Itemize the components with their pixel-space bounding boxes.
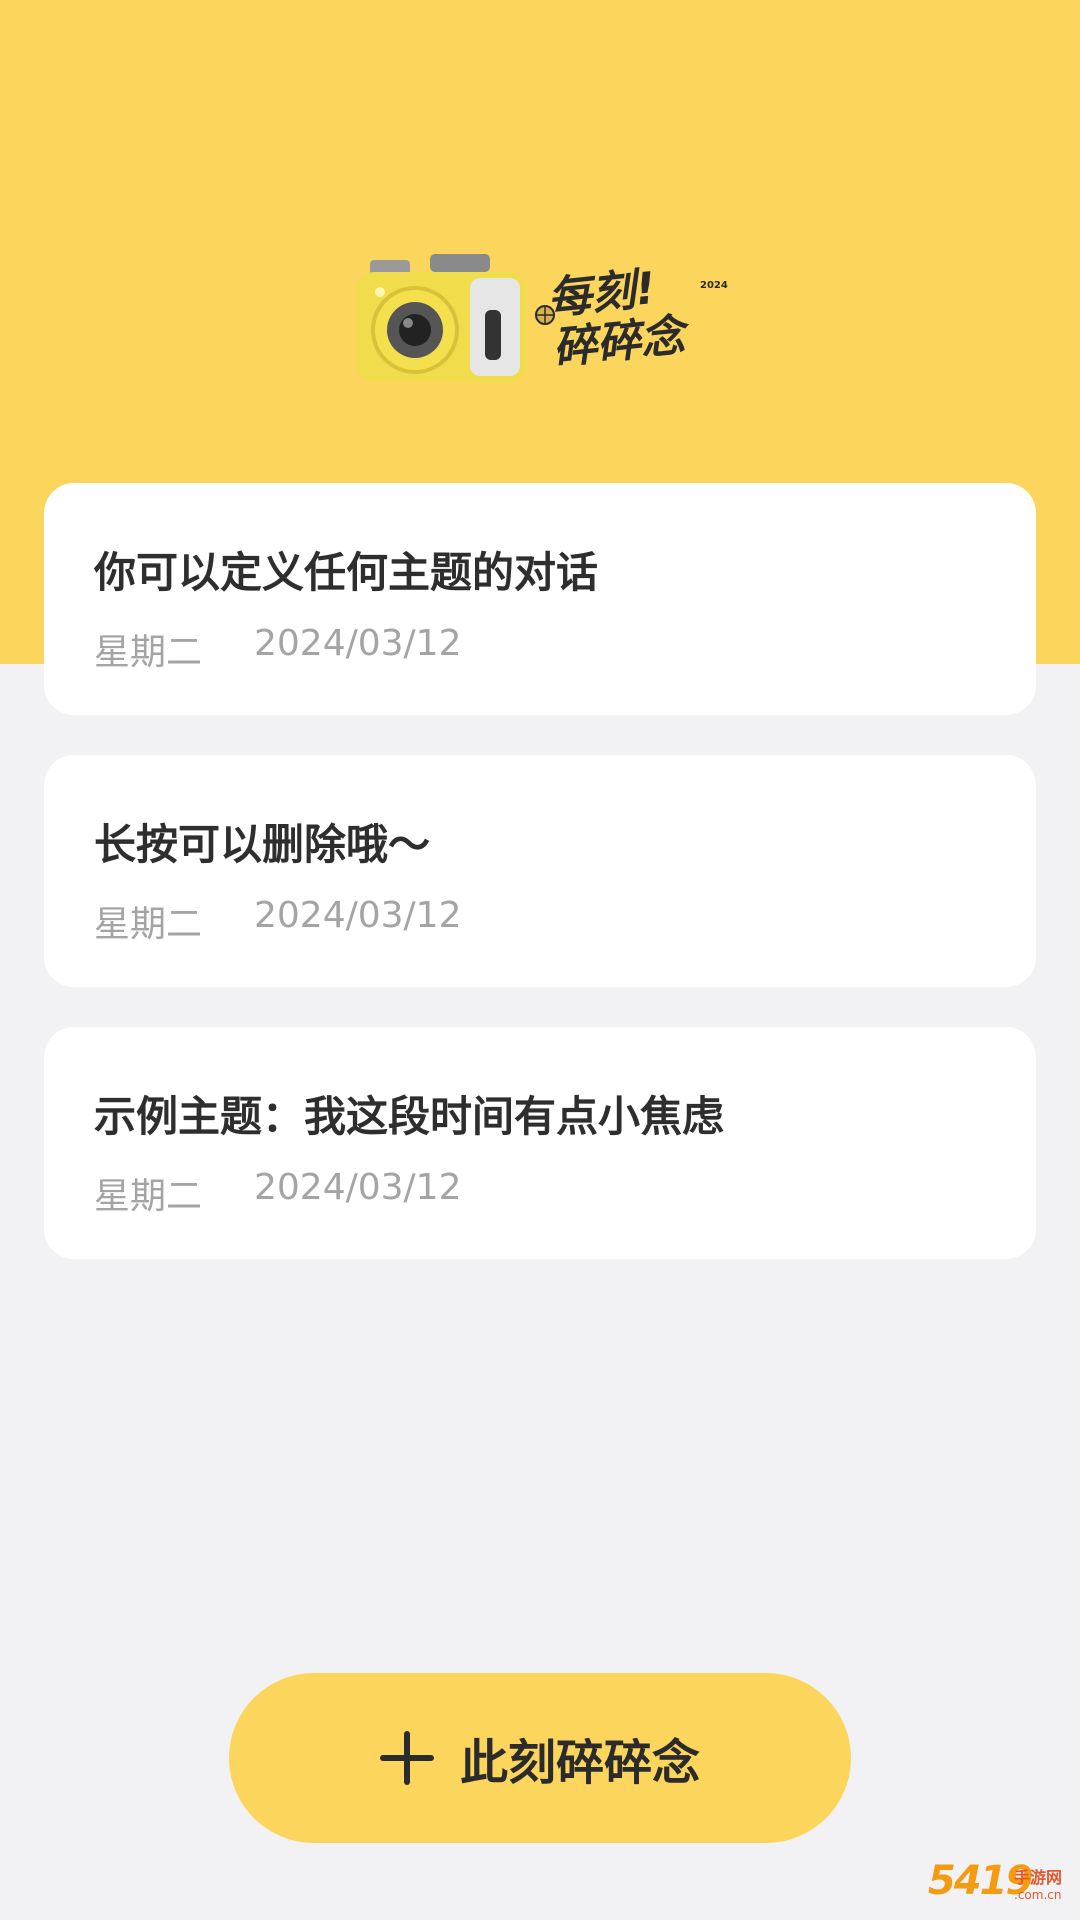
watermark-text: 手游网 [1014, 1868, 1063, 1887]
entry-date: 2024/03/12 [254, 1167, 462, 1208]
logo-text: 每刻! 碎碎念 [545, 261, 687, 375]
entry-weekday: 星期二 [94, 1176, 203, 1217]
site-watermark: 5419 手游网 .com.cn [928, 1856, 1078, 1918]
entry-title: 你可以定义任何主题的对话 [94, 548, 599, 597]
plus-icon [379, 1731, 434, 1785]
add-entry-button[interactable]: 此刻碎碎念 [229, 1673, 851, 1843]
entry-card[interactable]: 你可以定义任何主题的对话 星期二 2024/03/12 [44, 483, 1036, 715]
entry-title: 长按可以删除哦～ [94, 820, 431, 869]
add-entry-label: 此刻碎碎念 [459, 1735, 700, 1791]
app-logo: 每刻! 碎碎念 2024 [350, 250, 740, 390]
entry-date: 2024/03/12 [254, 895, 462, 936]
entry-card[interactable]: 长按可以删除哦～ 星期二 2024/03/12 [44, 755, 1036, 987]
entry-weekday: 星期二 [94, 632, 203, 673]
entry-weekday: 星期二 [94, 904, 203, 945]
watermark-domain: .com.cn [1014, 1888, 1062, 1902]
camera-icon [356, 254, 526, 382]
entry-card[interactable]: 示例主题：我这段时间有点小焦虑 星期二 2024/03/12 [44, 1027, 1036, 1259]
entry-date: 2024/03/12 [254, 623, 462, 664]
entry-title: 示例主题：我这段时间有点小焦虑 [94, 1092, 725, 1141]
logo-year: 2024 [700, 280, 728, 291]
